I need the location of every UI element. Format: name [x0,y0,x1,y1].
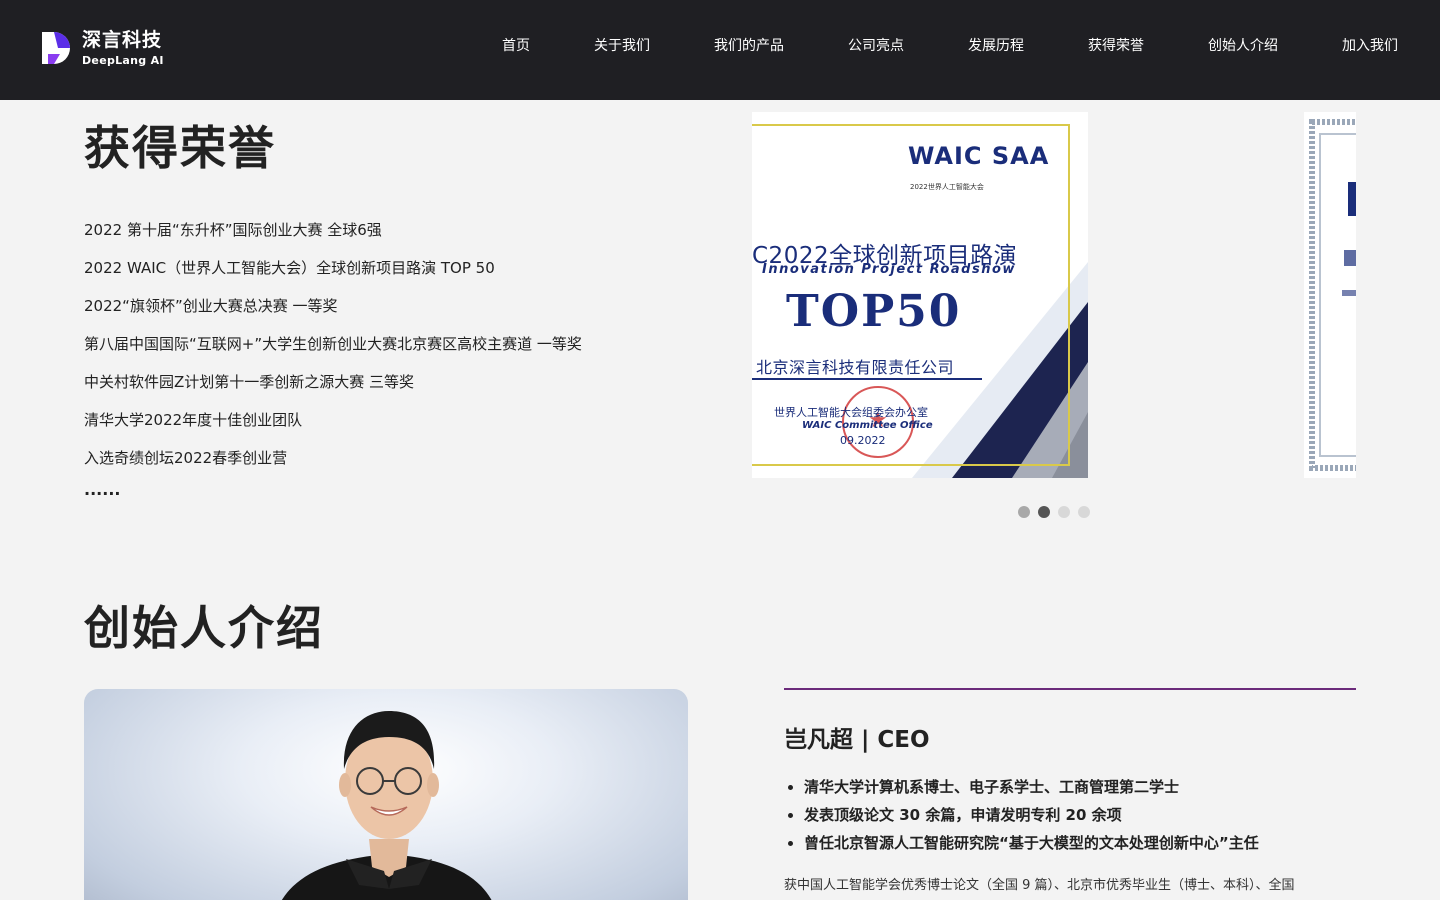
carousel-dot-3[interactable] [1058,506,1070,518]
certificate-rank: TOP50 [786,286,962,337]
honor-item: 第八届中国国际“互联网+”大学生创新创业大赛北京赛区高校主赛道 一等奖 [84,335,582,353]
honor-item: 入选奇绩创坛2022春季创业营 [84,449,288,467]
honor-item: 中关村软件园Z计划第十一季创新之源大赛 三等奖 [84,373,415,391]
founder-divider [784,688,1356,690]
nav-about[interactable]: 关于我们 [594,35,650,55]
site-header: 深言科技 DeepLang AI 首页 关于我们 我们的产品 公司亮点 发展历程… [0,0,1440,100]
carousel-dot-1[interactable] [1018,506,1030,518]
certificate-ornate-border [1309,119,1356,471]
founder-section-title: 创始人介绍 [84,601,324,655]
nav-home[interactable]: 首页 [502,35,530,55]
certificate-slide-next[interactable] [1304,112,1356,478]
deeplang-logo-icon [42,32,70,64]
certificate-office-en: WAIC Committee Office [802,420,933,431]
honors-carousel[interactable]: WAIC SAA 2022世界人工智能大会 C2022全球创新项目路演 Inno… [752,112,1356,478]
brand-logo[interactable]: 深言科技 DeepLang AI [40,30,164,66]
honor-item: 2022 第十届“东升杯”国际创业大赛 全球6强 [84,221,382,239]
certificate-logo-subtitle: 2022世界人工智能大会 [910,183,984,191]
certificate-slide[interactable]: WAIC SAA 2022世界人工智能大会 C2022全球创新项目路演 Inno… [752,112,1088,478]
honor-item: 2022“旗领杯”创业大赛总决赛 一等奖 [84,297,338,315]
main-nav: 首页 关于我们 我们的产品 公司亮点 发展历程 获得荣誉 创始人介绍 加入我们 [502,35,1398,55]
honors-section-title: 获得荣誉 [84,121,276,175]
founder-photo [84,689,688,900]
founder-credential-item: 清华大学计算机系博士、电子系学士、工商管理第二学士 [804,776,1259,804]
honors-more-ellipsis: ...... [84,480,121,499]
founder-portrait [282,711,492,900]
honors-list: 2022 第十届“东升杯”国际创业大赛 全球6强 2022 WAIC（世界人工智… [84,219,582,485]
nav-founder[interactable]: 创始人介绍 [1208,35,1278,55]
founder-description: 获中国人工智能学会优秀博士论文（全国 9 篇）、北京市优秀毕业生（博士、本科）、… [784,878,1295,893]
certificate-date: 09.2022 [840,434,886,447]
certificate-title-en: Innovation Project Roadshow [762,262,1016,277]
certificate-office-cn: 世界人工智能大会组委会办公室 [774,406,928,419]
certificate-company: 北京深言科技有限责任公司 [756,358,955,377]
waic-saa-logo: WAIC SAA [908,142,1050,170]
nav-join[interactable]: 加入我们 [1342,35,1398,55]
founder-credentials: 清华大学计算机系博士、电子系学士、工商管理第二学士 发表顶级论文 30 余篇，申… [804,776,1259,860]
carousel-pagination [1018,506,1090,518]
carousel-dot-2[interactable] [1038,506,1050,518]
brand-name-en: DeepLang AI [82,53,164,67]
honor-item: 清华大学2022年度十佳创业团队 [84,411,303,429]
brand-name-cn: 深言科技 [82,28,163,51]
brand-text: 深言科技 DeepLang AI [82,28,164,67]
founder-credential-item: 曾任北京智源人工智能研究院“基于大模型的文本处理创新中心”主任 [804,832,1259,860]
founder-name: 岂凡超 | CEO [784,727,930,753]
nav-honors[interactable]: 获得荣誉 [1088,35,1144,55]
nav-highlights[interactable]: 公司亮点 [848,35,904,55]
carousel-dot-4[interactable] [1078,506,1090,518]
certificate-underline [752,378,982,380]
nav-history[interactable]: 发展历程 [968,35,1024,55]
founder-credential-item: 发表顶级论文 30 余篇，申请发明专利 20 余项 [804,804,1259,832]
nav-products[interactable]: 我们的产品 [714,35,784,55]
honor-item: 2022 WAIC（世界人工智能大会）全球创新项目路演 TOP 50 [84,259,495,277]
